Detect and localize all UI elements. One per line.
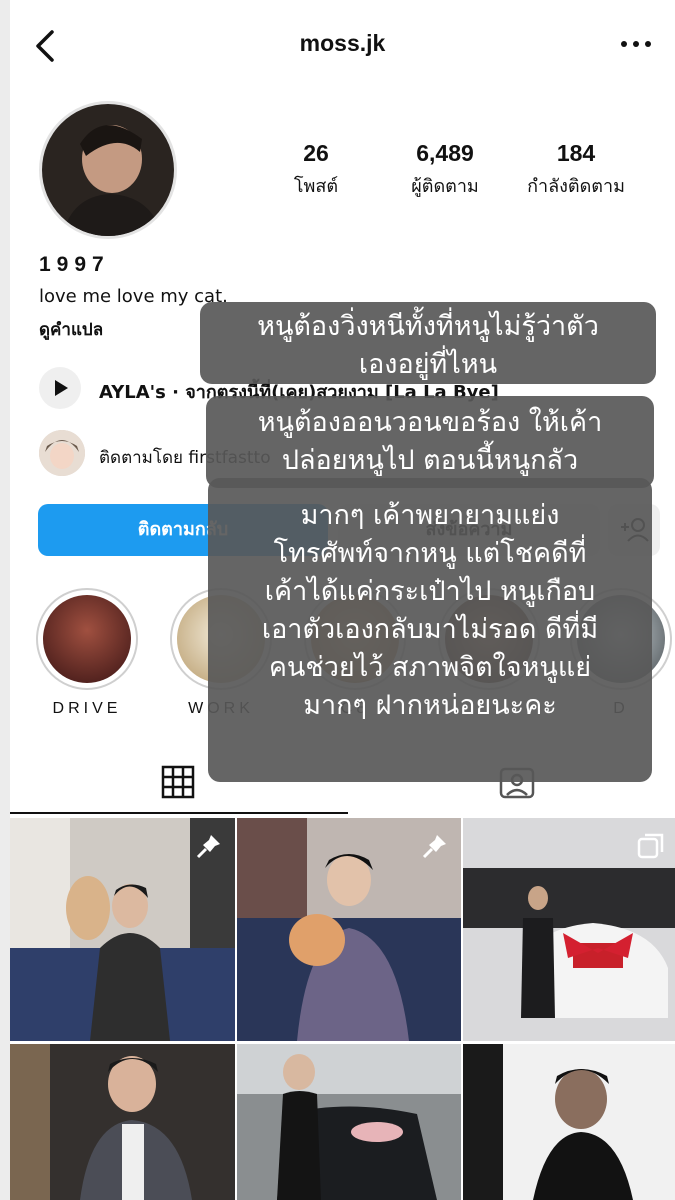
message-button[interactable]: ส่งข้อความ <box>338 504 600 556</box>
pin-icon <box>422 835 446 859</box>
followers-count[interactable]: 6,489 ผู้ติดตาม <box>385 140 505 200</box>
bio-text: love me love my cat. <box>39 286 228 307</box>
music-track-label: AYLA's · จากตรงนี้ที่(เคย)สวยงาม [La La … <box>99 382 499 403</box>
tab-posts-grid[interactable] <box>160 764 200 804</box>
highlight-4[interactable] <box>438 588 540 700</box>
highlight-ring <box>438 588 540 690</box>
followed-by-label: ติดตามโดย firstfastto <box>99 448 271 468</box>
following-count-value: 184 <box>556 140 596 166</box>
follow-back-button[interactable]: ติดตามกลับ <box>38 504 328 556</box>
highlight-drive[interactable]: DRIVE <box>36 588 138 718</box>
bio-name: 1997 <box>39 253 110 276</box>
profile-avatar[interactable] <box>39 101 177 239</box>
posts-count-label: โพสต์ <box>293 176 339 197</box>
active-tab-indicator <box>10 812 348 814</box>
followers-count-label: ผู้ติดตาม <box>411 176 479 197</box>
pin-icon <box>196 835 220 859</box>
following-count-label: กำลังติดตาม <box>527 176 625 197</box>
profile-header: moss.jk <box>10 0 675 90</box>
post-thumbnail[interactable] <box>237 1044 461 1200</box>
highlight-ring <box>170 588 272 690</box>
left-edge-strip <box>0 0 10 1200</box>
more-horizontal-icon <box>621 41 651 47</box>
posts-count[interactable]: 26 โพสต์ <box>268 140 364 200</box>
add-user-icon <box>621 518 649 542</box>
highlight-ring <box>570 588 672 690</box>
highlight-work[interactable]: WORK <box>170 588 272 718</box>
highlight-label: C8 <box>340 700 370 717</box>
profile-username: moss.jk <box>299 30 386 56</box>
grid-icon <box>161 765 195 799</box>
highlight-label: D <box>613 700 629 717</box>
posts-count-value: 26 <box>303 140 329 166</box>
following-count[interactable]: 184 กำลังติดตาม <box>512 140 640 200</box>
tagged-icon <box>499 767 535 799</box>
profile-tabs <box>10 752 675 814</box>
post-thumbnail[interactable] <box>463 1044 675 1200</box>
follower-avatar <box>39 430 85 476</box>
highlight-ring <box>304 588 406 690</box>
post-thumbnail[interactable] <box>10 818 235 1041</box>
play-button[interactable] <box>39 367 81 409</box>
post-thumbnail[interactable] <box>10 1044 235 1200</box>
play-icon <box>55 380 68 396</box>
followers-count-value: 6,489 <box>416 140 474 166</box>
post-thumbnail[interactable] <box>463 818 675 1041</box>
highlight-label: DRIVE <box>52 700 122 717</box>
see-translation-link[interactable]: ดูคำแปล <box>39 316 103 343</box>
highlight-ring <box>36 588 138 690</box>
highlight-d[interactable]: D <box>570 588 672 718</box>
posts-grid <box>10 818 675 1200</box>
more-options-button[interactable] <box>619 34 653 54</box>
followed-by-row[interactable]: ติดตามโดย firstfastto <box>39 430 639 478</box>
post-thumbnail[interactable] <box>237 818 461 1041</box>
highlight-label: WORK <box>188 700 254 717</box>
suggest-users-button[interactable] <box>608 504 660 556</box>
multiple-photos-icon <box>637 833 664 859</box>
music-row[interactable]: AYLA's · จากตรงนี้ที่(เคย)สวยงาม [La La … <box>39 367 639 411</box>
tab-tagged[interactable] <box>498 764 538 804</box>
avatar-photo <box>42 104 174 236</box>
highlight-c8[interactable]: C8 <box>304 588 406 718</box>
